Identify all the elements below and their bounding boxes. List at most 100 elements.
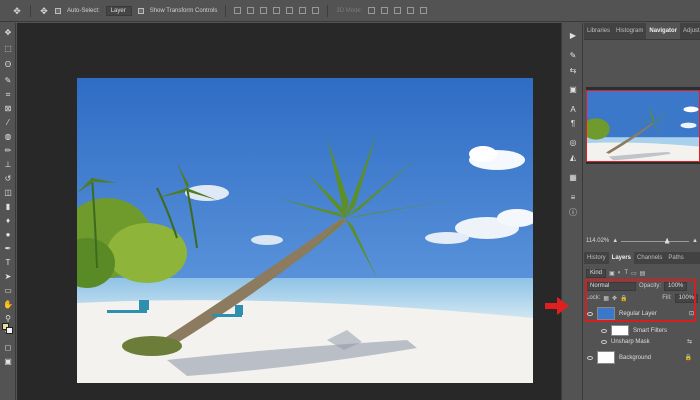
adjust-icon[interactable]: ⇆	[568, 66, 578, 76]
tab-adjustments[interactable]: Adjustm	[680, 23, 700, 39]
tab-navigator[interactable]: Navigator	[646, 23, 681, 39]
pan-icon[interactable]	[394, 7, 402, 14]
filter-smart-icon[interactable]: ▤	[640, 270, 646, 277]
marquee-icon[interactable]: ⬚	[3, 44, 13, 54]
shape-icon[interactable]: ▭	[3, 286, 13, 296]
3d-mode-label: 3D Mode:	[336, 7, 363, 14]
slide-icon[interactable]	[407, 7, 415, 14]
zoom-value[interactable]: 114.02%	[586, 238, 609, 244]
frame-icon[interactable]: ⊠	[3, 104, 13, 114]
divider	[30, 4, 31, 17]
auto-select-checkbox[interactable]	[55, 7, 61, 14]
divider	[327, 4, 329, 17]
filter-adjust-icon[interactable]: ◐	[618, 270, 622, 276]
move-options-icon[interactable]: ✥	[39, 6, 49, 16]
roll-icon[interactable]	[381, 7, 389, 14]
navigator-view-box[interactable]	[586, 90, 700, 162]
show-transform-label: Show Transform Controls	[149, 7, 218, 14]
swatches-icon[interactable]: ▦	[568, 173, 578, 183]
info-icon[interactable]: ⓘ	[568, 208, 578, 218]
top-panel-tabs: Libraries Histogram Navigator Adjustm	[584, 23, 700, 40]
zoom-out-icon[interactable]: ▲	[612, 238, 618, 244]
move-icon[interactable]: ✥	[3, 28, 13, 38]
align-left-icon[interactable]	[234, 7, 242, 14]
path-select-icon[interactable]: ➤	[3, 272, 13, 282]
brush-settings-icon[interactable]: ✎	[568, 51, 578, 61]
filter-pixel-icon[interactable]: ▣	[609, 270, 615, 277]
orbit-icon[interactable]	[368, 7, 376, 14]
type-icon[interactable]: T	[3, 258, 13, 268]
screen-mode-icon[interactable]: ▣	[3, 357, 13, 367]
divider	[225, 4, 227, 17]
history-brush-icon[interactable]: ↺	[3, 174, 13, 184]
filter-type-icon[interactable]: T	[624, 270, 628, 276]
gradient-icon[interactable]: ▮	[3, 202, 13, 212]
healing-icon[interactable]: ◍	[3, 132, 13, 142]
align-middle-icon[interactable]	[286, 7, 294, 14]
highlight-frame	[585, 279, 696, 322]
paragraph-icon[interactable]: ¶	[568, 119, 578, 129]
move-icon[interactable]: ✥	[12, 6, 22, 16]
tab-paths[interactable]: Paths	[665, 252, 686, 264]
tab-channels[interactable]: Channels	[634, 252, 665, 264]
pen-icon[interactable]: ✒	[3, 244, 13, 254]
document-canvas[interactable]	[17, 23, 561, 400]
align-center-icon[interactable]	[247, 7, 255, 14]
kind-filter-dropdown[interactable]: Kind	[586, 268, 607, 278]
layer-name[interactable]: Background	[619, 355, 651, 361]
tab-history[interactable]: History	[584, 252, 609, 264]
layer-row-smart-filters[interactable]: Smart Filters	[584, 325, 700, 336]
align-top-icon[interactable]	[273, 7, 281, 14]
show-transform-checkbox[interactable]	[137, 7, 144, 14]
glyph-icon[interactable]: ▣	[568, 85, 578, 95]
filter-options-icon[interactable]: ⇆	[687, 338, 692, 345]
background-color-swatch[interactable]	[6, 327, 13, 334]
lasso-icon[interactable]: ʘ	[3, 60, 13, 70]
layer-row-background[interactable]: Background 🔒	[584, 351, 700, 364]
navigator-preview[interactable]	[586, 87, 700, 164]
layer-name[interactable]: Unsharp Mask	[611, 339, 650, 345]
auto-select-label: Auto-Select:	[67, 7, 100, 14]
dodge-icon[interactable]: ●	[3, 230, 13, 240]
zoom-in-icon[interactable]: ▲	[692, 238, 698, 244]
visibility-eye-icon[interactable]	[587, 355, 593, 360]
hand-icon[interactable]: ✋	[3, 300, 13, 310]
visibility-eye-icon[interactable]	[601, 328, 607, 333]
blur-icon[interactable]: ♦	[3, 216, 13, 226]
tab-libraries[interactable]: Libraries	[584, 23, 613, 39]
zoom-slider[interactable]	[621, 237, 690, 244]
panel-icon-strip: ▶ ✎ ⇆ ▣ A ¶ ◎ ◭ ▦ ≡ ⓘ	[561, 23, 583, 400]
properties-icon[interactable]: ≡	[568, 193, 578, 203]
align-bottom-icon[interactable]	[299, 7, 307, 14]
lock-icon: 🔒	[684, 355, 692, 361]
auto-select-dropdown[interactable]: Layer	[105, 5, 132, 16]
eraser-icon[interactable]: ◫	[3, 188, 13, 198]
tab-layers[interactable]: Layers	[608, 252, 635, 264]
styles-icon[interactable]: ◎	[568, 138, 578, 148]
beach-image	[77, 78, 533, 383]
brush-icon[interactable]: ✏	[3, 146, 13, 156]
layers-panel-tabs: History Layers Channels Paths	[584, 252, 700, 264]
scale-icon[interactable]	[420, 7, 428, 14]
character-icon[interactable]: A	[568, 105, 578, 115]
distribute-icon[interactable]	[312, 7, 320, 14]
stamp-icon[interactable]: ⊥	[3, 160, 13, 170]
align-right-icon[interactable]	[260, 7, 268, 14]
layer-row-unsharp-mask[interactable]: Unsharp Mask ⇆	[584, 338, 700, 345]
play-icon[interactable]: ▶	[568, 31, 578, 41]
visibility-eye-icon[interactable]	[601, 339, 607, 344]
navigator-zoom-row: 114.02% ▲ ▲	[586, 236, 698, 246]
tab-histogram[interactable]: Histogram	[613, 23, 646, 39]
options-bar: ✥ ✥ Auto-Select: Layer Show Transform Co…	[0, 0, 700, 22]
shapes-icon[interactable]: ◭	[568, 153, 578, 163]
quick-select-icon[interactable]: ✎	[3, 76, 13, 86]
filter-mask-thumbnail	[611, 325, 629, 336]
quick-mask-icon[interactable]: ◻	[3, 343, 13, 353]
tools-panel: ✥ ⬚ ʘ ✎ ⌗ ⊠ ⁄ ◍ ✏ ⊥ ↺ ◫ ▮ ♦ ● ✒ T ➤ ▭ ✋ …	[0, 23, 16, 400]
filter-shape-icon[interactable]: ▭	[631, 270, 637, 277]
layer-name[interactable]: Smart Filters	[633, 328, 667, 334]
arrow-right-icon	[545, 297, 569, 315]
eyedropper-icon[interactable]: ⁄	[3, 118, 13, 128]
crop-icon[interactable]: ⌗	[3, 90, 13, 100]
zoom-slider-handle[interactable]	[664, 237, 670, 244]
